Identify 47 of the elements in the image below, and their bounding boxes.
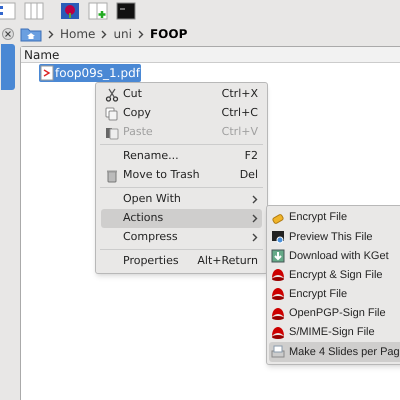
copy-icon	[105, 106, 119, 120]
column-header[interactable]: Name	[21, 47, 400, 63]
close-icon[interactable]	[2, 28, 14, 40]
chevron-icon	[252, 214, 258, 223]
pdf-file-icon	[40, 65, 54, 81]
printer-icon	[271, 344, 285, 359]
menu-item[interactable]: Rename... F2	[101, 147, 262, 166]
paste-icon	[105, 126, 119, 140]
places-panel	[1, 44, 15, 90]
menu-item[interactable]: Move to Trash Del	[101, 166, 262, 185]
menu-item[interactable]: Copy Ctrl+C	[101, 104, 262, 123]
menu-item[interactable]: Encrypt File	[269, 284, 400, 304]
submenu-item[interactable]: Compress	[101, 228, 262, 247]
chevron-icon	[252, 195, 258, 204]
menu-item[interactable]: OpenPGP-Sign File	[269, 304, 400, 324]
breadcrumb-item[interactable]: uni	[113, 25, 132, 43]
menu-item[interactable]: Properties Alt+Return	[101, 252, 262, 271]
file-name: foop09s_1.pdf	[55, 65, 140, 82]
details-view-icon[interactable]	[0, 1, 16, 21]
hat-icon	[271, 287, 285, 302]
split-view-icon[interactable]	[88, 1, 108, 21]
hat-icon	[271, 306, 285, 321]
menu-item[interactable]: Cut Ctrl+X	[101, 85, 262, 104]
chevron-icon	[101, 30, 108, 38]
file-item[interactable]: foop09s_1.pdf	[39, 64, 141, 82]
terminal-icon[interactable]	[116, 1, 136, 21]
menu-item[interactable]: S/MIME-Sign File	[269, 323, 400, 342]
hat-icon	[271, 268, 285, 282]
breadcrumb-item[interactable]: FOOP	[150, 25, 188, 43]
chevron-icon	[252, 233, 258, 242]
menu-item[interactable]: Encrypt & Sign File	[269, 266, 400, 285]
menu-item[interactable]: Make 4 Slides per Pag	[269, 342, 400, 362]
menu-item[interactable]: Download with KGet	[269, 246, 400, 266]
home-folder-icon[interactable]	[20, 26, 42, 42]
submenu-item[interactable]: Open With	[101, 190, 262, 209]
monitor-eye-icon	[271, 230, 285, 244]
menu-item[interactable]: Preview This File	[269, 227, 400, 246]
breadcrumb-item[interactable]: Home	[60, 25, 96, 43]
menu-item[interactable]: Encrypt File	[269, 208, 400, 228]
trash-icon	[105, 168, 119, 182]
preview-icon[interactable]	[60, 1, 80, 21]
download-icon	[271, 248, 285, 263]
chevron-icon	[48, 30, 54, 38]
chevron-icon	[138, 30, 144, 38]
hat-icon	[271, 326, 285, 340]
scissors-icon	[105, 88, 119, 102]
submenu-item[interactable]: Actions	[101, 209, 262, 228]
